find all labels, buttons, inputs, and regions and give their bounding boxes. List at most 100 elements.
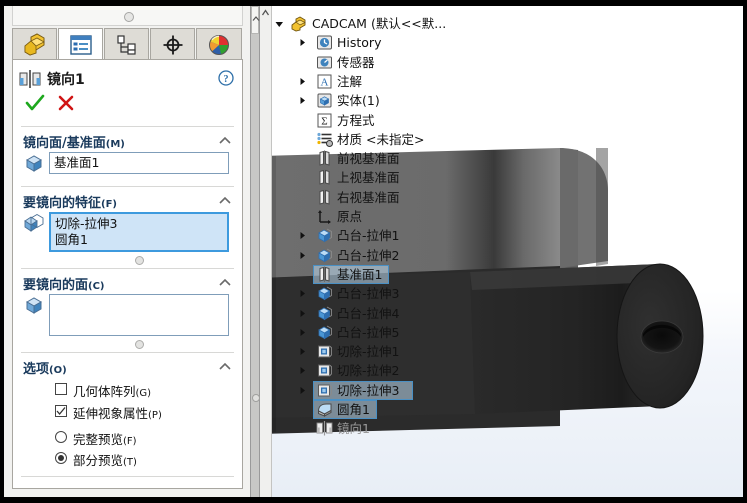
tree-row-label: 右视基准面: [337, 189, 400, 205]
expand-arrow-icon[interactable]: [298, 309, 307, 318]
display-manager-tab[interactable]: [196, 28, 242, 60]
property-list-icon: [69, 35, 92, 55]
material-icon: [317, 132, 333, 147]
divider: [21, 476, 234, 477]
plane-icon: [319, 189, 330, 205]
expand-arrow-icon[interactable]: [298, 289, 307, 298]
faces-to-mirror-selection-box[interactable]: [49, 294, 229, 336]
expand-arrow-icon[interactable]: [298, 328, 307, 337]
panel-collapse-grip[interactable]: [12, 6, 243, 26]
tree-row-label: 传感器: [337, 54, 375, 70]
plane-icon: [319, 266, 330, 282]
tree-row-label: 原点: [337, 209, 363, 224]
tree-row-label: 凸台-拉伸2: [337, 247, 400, 263]
group-header-features-to-mirror[interactable]: 要镜向的特征(F): [23, 192, 117, 211]
faces-resize-handle[interactable]: [135, 340, 144, 349]
expand-arrow-icon[interactable]: [298, 251, 307, 260]
expand-arrow-icon[interactable]: [298, 386, 307, 395]
radio-dot-icon: [58, 455, 64, 461]
history-icon: [317, 35, 332, 50]
feature-item[interactable]: 圆角1: [55, 232, 223, 248]
boss-extrude-icon: [318, 306, 332, 320]
tree-row-label: 镜向1: [337, 421, 370, 437]
expand-arrow-icon[interactable]: [298, 231, 307, 240]
feature-manager-tab[interactable]: [12, 28, 57, 60]
mirror-icon: [19, 70, 41, 88]
collapse-arrow-icon[interactable]: [274, 19, 285, 30]
sensor-icon: [317, 56, 332, 69]
mirror-icon: [316, 421, 333, 436]
red-x-icon[interactable]: [57, 94, 75, 112]
partial-preview-label[interactable]: 部分预览(T): [73, 450, 137, 469]
tree-row-label: 凸台-拉伸1: [337, 228, 400, 244]
annotations-icon: A: [317, 74, 332, 89]
graphics-viewport[interactable]: CADCAM (默认<<默... History 传感器 A 注解 实体(1) Σ 方程式 材质…: [260, 6, 743, 497]
equations-icon: Σ: [317, 113, 332, 127]
chevron-up-icon-options[interactable]: [218, 360, 232, 374]
expand-arrow-icon[interactable]: [298, 38, 307, 47]
property-manager-tab[interactable]: [58, 28, 103, 60]
green-check-icon[interactable]: [25, 94, 45, 112]
origin-icon: [318, 210, 331, 224]
dimxpert-manager-tab[interactable]: [150, 28, 195, 60]
crosshair-icon: [163, 35, 182, 55]
tree-row-label: 圆角1: [337, 402, 370, 417]
propagate-visual-properties-checkbox[interactable]: [55, 405, 67, 417]
mirror-face-selection-box[interactable]: 基准面1: [49, 152, 229, 174]
chevron-up-icon-mirror-face[interactable]: [218, 134, 232, 148]
face-cube-icon: [25, 297, 43, 314]
mirror-face-value: 基准面1: [54, 155, 100, 170]
tree-row-label: 注解: [337, 73, 363, 89]
tree-row-label: 方程式: [337, 112, 375, 128]
plane-icon: [319, 169, 330, 186]
splitter-grip-dot[interactable]: [252, 394, 260, 402]
tree-row-label: 凸台-拉伸3: [337, 286, 400, 302]
tree-row-label: 前视基准面: [337, 151, 400, 167]
propagate-visual-properties-label[interactable]: 延伸视象属性(P): [73, 403, 162, 422]
tree-row-label: 切除-拉伸1: [337, 344, 400, 360]
chevron-up-icon-features[interactable]: [218, 194, 232, 208]
full-preview-radio[interactable]: [55, 431, 67, 443]
tree-row-label: History: [337, 35, 382, 51]
geometry-pattern-checkbox[interactable]: [55, 383, 67, 395]
svg-text:?: ?: [224, 74, 229, 85]
group-header-faces-to-mirror[interactable]: 要镜向的面(C): [23, 274, 105, 293]
splitter-collapse-button[interactable]: [251, 6, 260, 34]
tree-row-label: 切除-拉伸3: [337, 382, 400, 398]
solidworks-window: 镜向1 ? 镜向面/基准面(M) 基准面1 要镜向的特征(F) 切除-拉伸3 圆…: [4, 6, 743, 497]
feature-item[interactable]: 切除-拉伸3: [55, 216, 223, 232]
group-header-mirror-face[interactable]: 镜向面/基准面(M): [23, 132, 125, 151]
features-resize-handle[interactable]: [135, 256, 144, 265]
chevron-up-icon-splitter: [252, 16, 260, 21]
help-question-icon[interactable]: ?: [218, 70, 234, 86]
color-sphere-icon: [209, 35, 229, 55]
configuration-manager-tab[interactable]: [104, 28, 149, 60]
expand-arrow-icon[interactable]: [298, 366, 307, 375]
svg-text:A: A: [321, 76, 329, 88]
features-icon: [24, 213, 44, 232]
tree-row-label: 切除-拉伸2: [337, 363, 400, 379]
tree-row-label: 实体(1): [337, 93, 380, 109]
features-to-mirror-selection-box[interactable]: 切除-拉伸3 圆角1: [49, 212, 229, 252]
property-manager-body: 镜向1 ? 镜向面/基准面(M) 基准面1 要镜向的特征(F) 切除-拉伸3 圆…: [12, 59, 243, 489]
property-manager-panel: 镜向1 ? 镜向面/基准面(M) 基准面1 要镜向的特征(F) 切除-拉伸3 圆…: [4, 6, 251, 497]
divider: [21, 268, 234, 269]
boss-extrude-icon: [318, 286, 332, 301]
feature-tree[interactable]: CADCAM (默认<<默... History 传感器 A 注解 实体(1) Σ 方程式 材质…: [260, 6, 743, 497]
geometry-pattern-label[interactable]: 几何体阵列(G): [73, 381, 151, 400]
expand-arrow-icon[interactable]: [298, 347, 307, 356]
expand-arrow-icon[interactable]: [298, 96, 307, 105]
chevron-up-icon-faces[interactable]: [218, 276, 232, 290]
plane-cube-icon: [25, 155, 43, 172]
boss-extrude-icon: [318, 248, 332, 262]
part-icon: [291, 16, 306, 32]
partial-preview-radio[interactable]: [55, 452, 67, 464]
divider: [21, 186, 234, 187]
expand-arrow-icon[interactable]: [298, 77, 307, 86]
fillet-icon: [317, 403, 332, 417]
full-preview-label[interactable]: 完整预览(F): [73, 429, 137, 448]
group-header-options[interactable]: 选项(O): [23, 358, 67, 377]
panel-splitter[interactable]: [251, 6, 260, 497]
configuration-icon: [116, 35, 136, 55]
boss-extrude-icon: [318, 325, 332, 340]
